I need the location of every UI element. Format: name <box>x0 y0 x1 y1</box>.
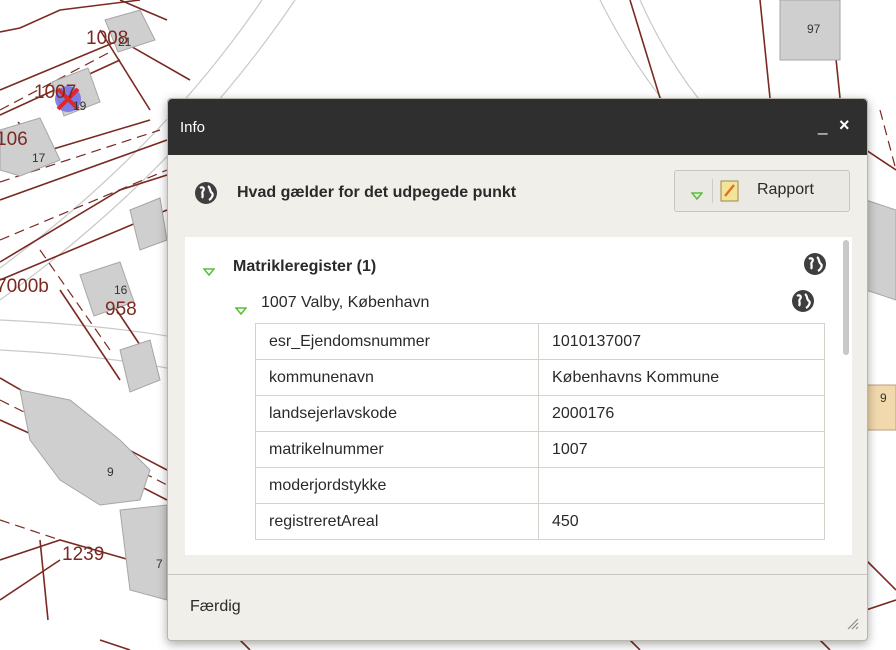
scrollbar-thumb[interactable] <box>843 240 849 355</box>
button-separator <box>712 179 713 203</box>
results-panel[interactable]: Matrikleregister (1) 1007 Valby, Københa… <box>185 237 852 555</box>
layer-title[interactable]: Matrikleregister (1) <box>233 258 376 276</box>
map-house-number: 7 <box>156 557 163 571</box>
collapse-layer-icon[interactable] <box>202 263 216 281</box>
attribute-table: esr_Ejendomsnummer 1010137007 kommunenavn… <box>255 323 825 540</box>
scrollbar[interactable] <box>841 237 852 555</box>
report-button[interactable]: Rapport <box>674 170 850 212</box>
report-icon <box>720 180 740 207</box>
attribute-value: Københavns Kommune <box>538 359 825 396</box>
attribute-value <box>538 467 825 504</box>
close-button[interactable]: × <box>839 115 850 136</box>
attribute-value: 450 <box>538 503 825 540</box>
info-dialog: Info _ × Hvad gælder for det udpegede pu… <box>167 98 868 641</box>
table-row: kommunenavn Københavns Kommune <box>255 359 825 396</box>
attribute-key: registreretAreal <box>255 503 539 540</box>
attribute-key: moderjordstykke <box>255 467 539 504</box>
report-button-label: Rapport <box>757 181 814 198</box>
map-parcel-label: 106 <box>0 129 28 150</box>
attribute-key: kommunenavn <box>255 359 539 396</box>
map-parcel-label: 7000b <box>0 276 49 297</box>
dialog-header-text: Hvad gælder for det udpegede punkt <box>237 184 517 201</box>
map-house-number: 16 <box>114 283 128 297</box>
attribute-key: matrikelnummer <box>255 431 539 468</box>
map-house-number: 97 <box>807 22 821 36</box>
table-row: registreretAreal 450 <box>255 503 825 540</box>
table-row: moderjordstykke <box>255 467 825 504</box>
map-parcel-label: 1239 <box>62 544 104 565</box>
table-row: esr_Ejendomsnummer 1010137007 <box>255 323 825 360</box>
map-house-number: 9 <box>107 465 114 479</box>
footer-divider <box>168 574 867 575</box>
map-house-number: 9 <box>880 391 887 405</box>
minimize-button[interactable]: _ <box>818 116 827 136</box>
map-house-number: 17 <box>32 151 46 165</box>
table-row: matrikelnummer 1007 <box>255 431 825 468</box>
dialog-titlebar[interactable]: Info _ × <box>168 99 867 155</box>
collapse-item-icon[interactable] <box>234 302 248 320</box>
resize-grip-icon[interactable] <box>846 617 860 636</box>
item-title[interactable]: 1007 Valby, København <box>261 294 429 312</box>
attribute-key: esr_Ejendomsnummer <box>255 323 539 360</box>
status-text: Færdig <box>190 598 241 615</box>
map-house-number: 21 <box>118 35 132 49</box>
map-parcel-label: 958 <box>105 299 137 320</box>
dialog-title: Info <box>180 119 206 136</box>
attribute-key: landsejerlavskode <box>255 395 539 432</box>
map-house-number: 19 <box>73 99 87 113</box>
chevron-down-icon <box>690 187 704 205</box>
table-row: landsejerlavskode 2000176 <box>255 395 825 432</box>
attribute-value: 1010137007 <box>538 323 825 360</box>
map-parcel-label: 1007 <box>34 82 76 103</box>
attribute-value: 1007 <box>538 431 825 468</box>
globe-icon[interactable] <box>803 252 827 281</box>
attribute-value: 2000176 <box>538 395 825 432</box>
globe-icon[interactable] <box>791 289 815 318</box>
globe-icon <box>194 181 218 210</box>
